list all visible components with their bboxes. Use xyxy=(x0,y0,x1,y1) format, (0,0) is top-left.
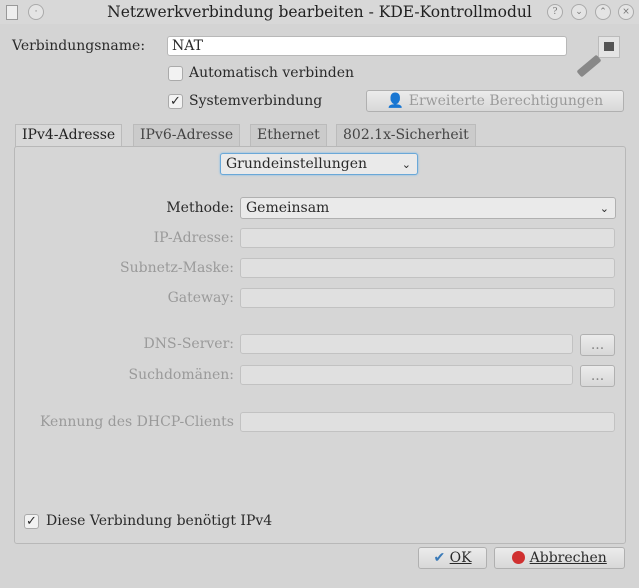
gateway-label: Gateway: xyxy=(167,290,234,306)
ok-button[interactable]: ✔ OK xyxy=(418,547,487,569)
help-button[interactable]: ? xyxy=(547,4,563,20)
connection-name-label: Verbindungsname: xyxy=(12,38,146,54)
cancel-label: Abbrechen xyxy=(529,550,607,566)
dns-server-input[interactable] xyxy=(240,334,573,354)
tab-ipv4[interactable]: IPv4-Adresse xyxy=(15,124,123,148)
ip-address-label: IP-Adresse: xyxy=(153,230,234,246)
require-ipv4-label: Diese Verbindung benötigt IPv4 xyxy=(46,513,273,529)
check-icon: ✔ xyxy=(433,550,450,566)
chevron-down-icon: ⌄ xyxy=(599,202,609,215)
search-domains-label: Suchdomänen: xyxy=(128,367,234,383)
close-button[interactable]: × xyxy=(618,4,634,20)
cancel-button[interactable]: Abbrechen xyxy=(494,547,625,569)
dhcp-client-id-label: Kennung des DHCP-Clients xyxy=(39,414,234,430)
mode-value: Grundeinstellungen xyxy=(226,156,367,172)
auto-connect-checkbox[interactable] xyxy=(168,66,183,81)
method-value: Gemeinsam xyxy=(246,200,330,216)
gateway-input[interactable] xyxy=(240,288,615,308)
minimize-button[interactable]: ⌄ xyxy=(571,4,587,20)
dns-browse-button[interactable]: ... xyxy=(580,334,615,356)
require-ipv4-checkbox[interactable]: ✓ xyxy=(24,514,39,529)
method-select[interactable]: Gemeinsam ⌄ xyxy=(240,197,616,219)
system-connection-checkbox[interactable]: ✓ xyxy=(168,94,183,109)
auto-connect-label: Automatisch verbinden xyxy=(189,65,355,81)
tab-8021x[interactable]: 802.1x-Sicherheit xyxy=(336,124,476,147)
advanced-permissions-button[interactable]: 👤 Erweiterte Berechtigungen xyxy=(366,90,624,112)
cable-icon xyxy=(576,54,602,78)
user-lock-icon: 👤 xyxy=(386,93,409,109)
ip-address-input[interactable] xyxy=(240,228,615,248)
dhcp-client-id-input[interactable] xyxy=(240,412,615,432)
search-domains-input[interactable] xyxy=(240,365,573,385)
search-browse-button[interactable]: ... xyxy=(580,365,615,387)
window-title: Netzwerkverbindung bearbeiten - KDE-Kont… xyxy=(107,3,532,21)
method-label: Methode: xyxy=(166,200,234,216)
chevron-down-icon: ⌄ xyxy=(401,158,411,171)
connection-name-input[interactable]: NAT xyxy=(167,36,567,56)
subnet-mask-label: Subnetz-Maske: xyxy=(120,260,234,276)
maximize-button[interactable]: ⌃ xyxy=(595,4,611,20)
cancel-icon xyxy=(512,551,526,564)
subnet-mask-input[interactable] xyxy=(240,258,615,278)
ethernet-icon-button[interactable] xyxy=(598,36,620,58)
advanced-permissions-label: Erweiterte Berechtigungen xyxy=(408,93,604,109)
tab-ethernet[interactable]: Ethernet xyxy=(250,124,327,147)
dns-server-label: DNS-Server: xyxy=(143,336,234,352)
ok-label: OK xyxy=(449,550,472,566)
system-connection-label: Systemverbindung xyxy=(189,93,323,109)
mode-select[interactable]: Grundeinstellungen ⌄ xyxy=(220,153,418,175)
tab-ipv6[interactable]: IPv6-Adresse xyxy=(133,124,241,147)
